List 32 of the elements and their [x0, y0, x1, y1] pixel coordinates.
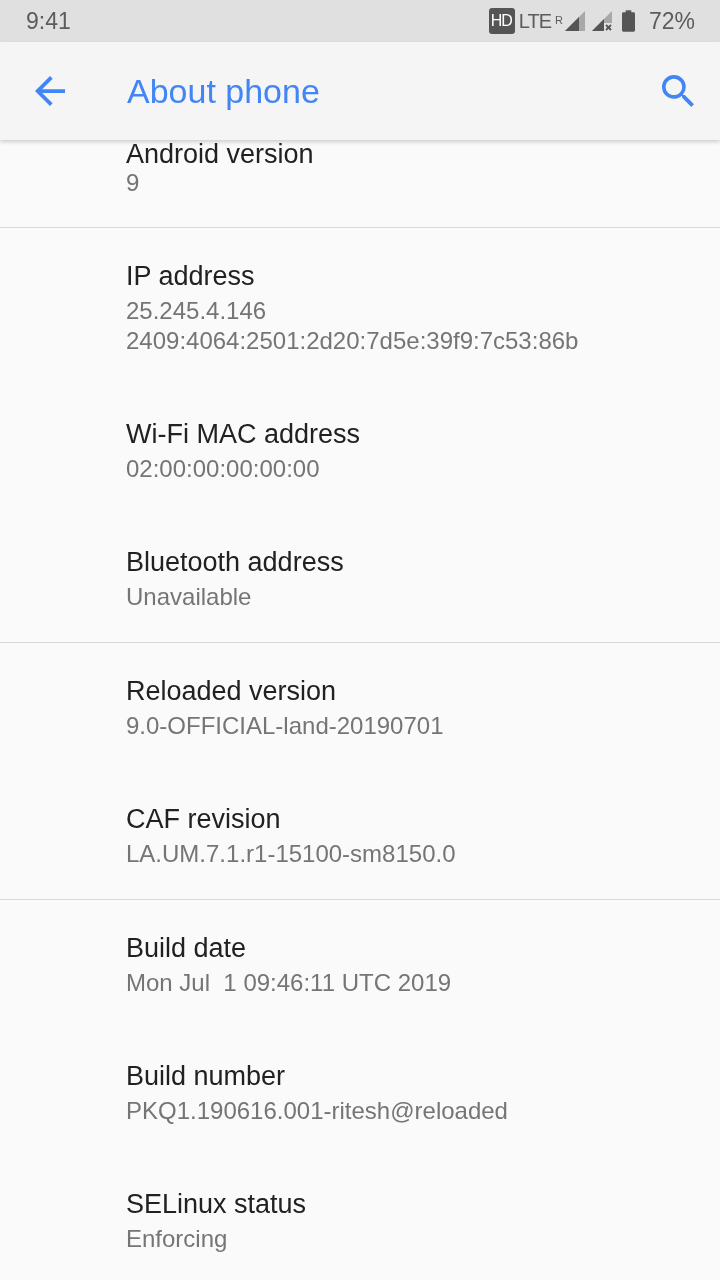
item-title: CAF revision — [126, 803, 281, 836]
battery-percent: 72% — [648, 7, 695, 35]
item-value: 9 — [126, 168, 140, 198]
item-value: PKQ1.190616.001-ritesh@reloaded — [126, 1096, 508, 1126]
screen-title: About phone — [127, 71, 321, 111]
item-title: Bluetooth address — [126, 546, 344, 579]
item-value: 02:00:00:00:00:00 — [126, 454, 320, 484]
item-value: 2409:4064:2501:2d20:7d5e:39f9:7c53:86b — [126, 326, 579, 356]
item-title: Reloaded version — [126, 675, 337, 708]
item-title: IP address — [126, 260, 255, 293]
network-badge: HD — [488, 8, 515, 34]
battery-icon — [621, 10, 635, 32]
item-value: Enforcing — [126, 1224, 228, 1254]
search-icon — [662, 75, 694, 107]
item-value: 25.245.4.146 — [126, 296, 267, 326]
network-type-label: LTE — [518, 9, 551, 33]
item-value: LA.UM.7.1.r1-15100-sm8150.0 — [126, 839, 456, 869]
item-title: Android version — [126, 140, 314, 168]
item-title: Wi-Fi MAC address — [126, 418, 361, 451]
signal-icon — [564, 11, 585, 31]
clock: 9:41 — [26, 7, 71, 35]
item-title: Build date — [126, 932, 247, 965]
item-value: 9.0-OFFICIAL-land-20190701 — [126, 711, 444, 741]
item-title: SELinux status — [126, 1188, 307, 1221]
back-button[interactable] — [35, 76, 65, 106]
item-title: Build number — [126, 1060, 286, 1093]
signal-x-icon — [591, 11, 612, 31]
item-value: Mon Jul 1 09:46:11 UTC 2019 — [126, 968, 452, 998]
roaming-label: R — [555, 13, 563, 26]
item-value: Unavailable — [126, 582, 252, 612]
search-button[interactable] — [662, 75, 694, 107]
arrow-left-icon — [35, 76, 65, 106]
